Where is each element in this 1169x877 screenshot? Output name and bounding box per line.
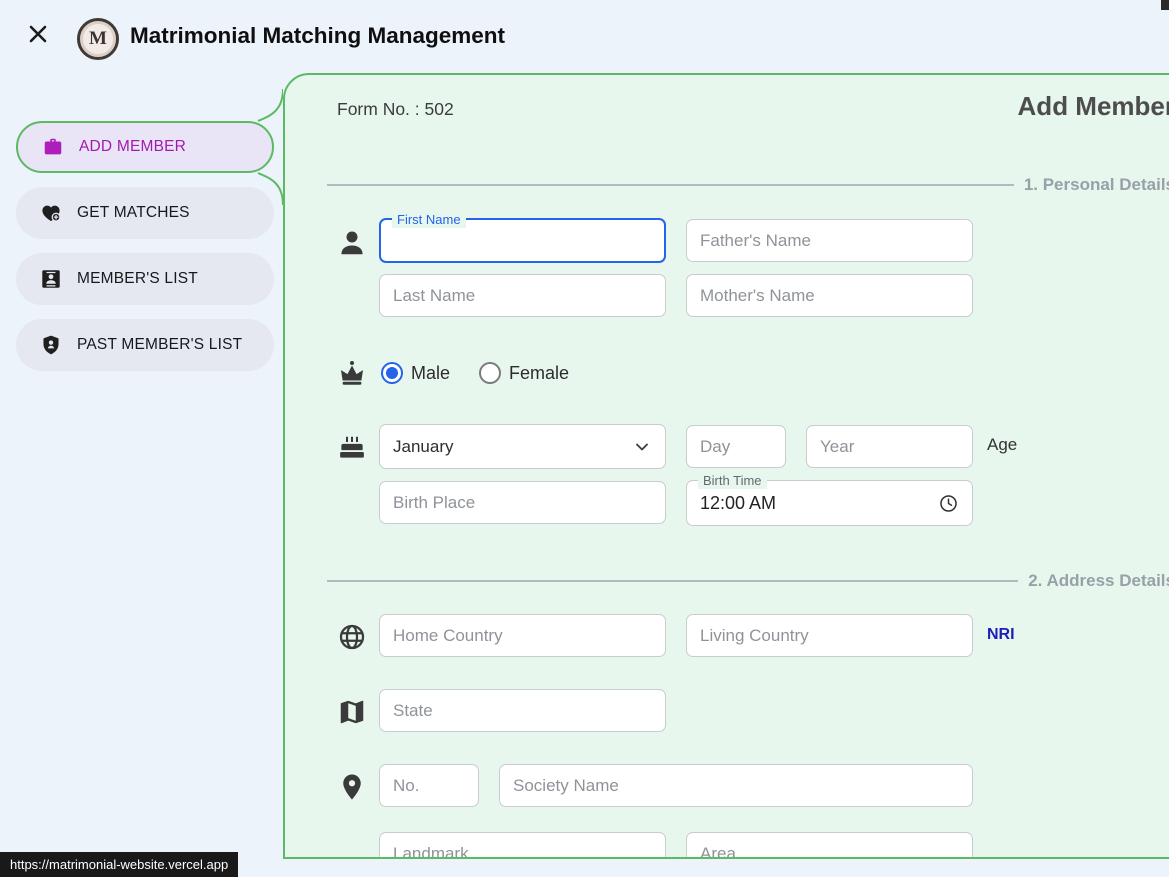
sidebar-item-members-list[interactable]: MEMBER'S LIST [16,253,274,305]
close-icon[interactable] [26,22,50,46]
first-name-field[interactable]: First Name [379,218,666,263]
birth-year-input[interactable] [806,425,973,468]
scrollbar-corner[interactable] [1161,0,1169,10]
crown-icon [337,358,367,388]
age-label: Age [987,435,1017,455]
birth-month-value: January [393,437,453,457]
logo-letter: M [89,28,107,50]
society-name-input[interactable] [499,764,973,807]
heart-plus-icon [40,202,62,224]
divider-line [327,580,1018,582]
section-label-address: 2. Address Details [1028,571,1169,591]
first-name-input[interactable] [381,220,664,261]
birth-month-select[interactable]: January [379,424,666,469]
add-member-panel: Form No. : 502 Add Member 1. Personal De… [283,73,1169,859]
birth-place-input[interactable] [379,481,666,524]
sidebar-item-label: ADD MEMBER [79,138,186,156]
cake-icon [337,432,367,462]
last-name-input[interactable] [379,274,666,317]
birth-time-label: Birth Time [698,472,767,489]
person-icon [337,228,367,258]
clock-icon[interactable] [938,493,959,514]
app-window: M Matrimonial Matching Management ADD ME… [0,0,1169,877]
male-radio-label: Male [411,363,450,384]
sidebar-item-add-member[interactable]: ADD MEMBER [16,121,274,173]
nri-label: NRI [987,626,1015,644]
section-divider-address: 2. Address Details [327,571,1169,591]
app-title: Matrimonial Matching Management [130,23,505,49]
chevron-down-icon [632,437,652,457]
section-label-personal: 1. Personal Details [1024,175,1169,195]
sidebar-item-label: MEMBER'S LIST [77,270,198,288]
female-radio[interactable] [479,362,501,384]
sidebar-item-label: GET MATCHES [77,204,190,222]
fathers-name-input[interactable] [686,219,973,262]
birth-time-field[interactable]: Birth Time 12:00 AM [686,480,973,526]
landmark-input[interactable] [379,832,666,859]
page-title: Add Member [327,91,1169,122]
globe-icon [337,622,367,652]
living-country-input[interactable] [686,614,973,657]
contact-card-icon [40,268,62,290]
location-pin-icon [337,772,367,802]
section-divider-personal: 1. Personal Details [327,175,1169,195]
birth-time-value: 12:00 AM [700,493,776,514]
app-logo: M [77,18,119,60]
home-country-input[interactable] [379,614,666,657]
sidebar-item-get-matches[interactable]: GET MATCHES [16,187,274,239]
shield-icon [40,334,62,356]
divider-line [327,184,1014,186]
map-icon [337,697,367,727]
birth-day-input[interactable] [686,425,786,468]
sidebar-item-past-members-list[interactable]: PAST MEMBER'S LIST [16,319,274,371]
male-radio[interactable] [381,362,403,384]
mothers-name-input[interactable] [686,274,973,317]
female-radio-label: Female [509,363,569,384]
status-url: https://matrimonial-website.vercel.app [0,852,238,877]
area-input[interactable] [686,832,973,859]
state-input[interactable] [379,689,666,732]
house-no-input[interactable] [379,764,479,807]
sidebar-item-label: PAST MEMBER'S LIST [77,336,242,354]
briefcase-icon [42,136,64,158]
